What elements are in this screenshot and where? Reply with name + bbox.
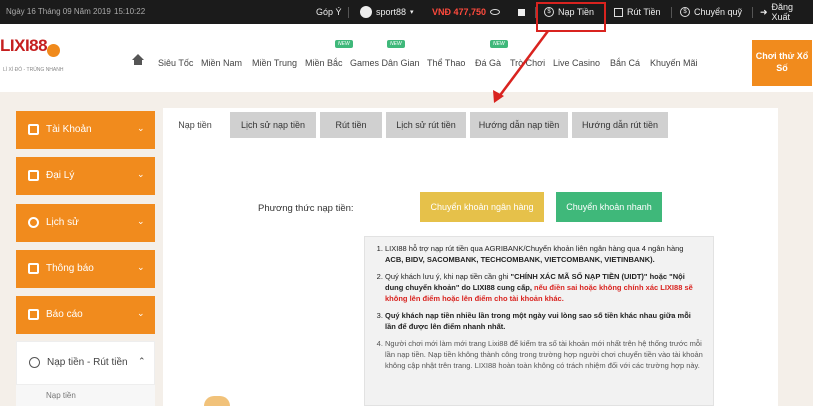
decoration-icon: [204, 396, 230, 406]
divider: [752, 7, 753, 18]
sidebar-item-thong-bao[interactable]: Thông báo ⌄: [16, 250, 155, 288]
avatar-icon: [360, 6, 372, 18]
deposit-notes: LIXI88 hỗ trợ nạp rút tiền qua AGRIBANK/…: [364, 236, 714, 406]
tab-huong-dan-rut-tien[interactable]: Hướng dẫn rút tiền: [572, 112, 668, 138]
withdraw-link[interactable]: Rút Tiền: [614, 0, 661, 24]
fast-transfer-button[interactable]: Chuyển khoản nhanh: [556, 192, 662, 222]
history-icon: [28, 217, 39, 228]
nav-ban-ca[interactable]: Bắn Cá: [610, 58, 640, 68]
site-header: LIXI88 LÌ XÌ ĐỎ - TRÚNG NHANH Siêu Tốc M…: [0, 24, 813, 92]
bank-transfer-button[interactable]: Chuyển khoản ngân hàng: [420, 192, 544, 222]
method-label: Phương thức nạp tiền:: [258, 203, 354, 214]
transfer-link[interactable]: $ Chuyển quỹ: [680, 0, 742, 24]
note-item: LIXI88 hỗ trợ nạp rút tiền qua AGRIBANK/…: [385, 243, 703, 265]
tab-nap-tien[interactable]: Nạp tiền: [164, 112, 226, 138]
tab-lich-su-nap-tien[interactable]: Lịch sử nạp tiền: [230, 112, 316, 138]
nav-the-thao[interactable]: Thể Thao: [427, 58, 465, 68]
chevron-down-icon: ⌄: [137, 216, 145, 226]
chevron-down-icon: ⌄: [137, 169, 145, 179]
home-icon[interactable]: [132, 54, 144, 65]
coin-icon: [47, 44, 60, 57]
sidebar-item-bao-cao[interactable]: Báo cáo ⌄: [16, 296, 155, 334]
sidebar-item-nap-rut[interactable]: Nạp tiền - Rút tiền ⌃: [16, 341, 155, 385]
note-item: Người chơi mới làm mới trang Lixi88 để k…: [385, 338, 703, 371]
wallet-icon: [614, 7, 623, 17]
logout-link[interactable]: ➜ Đăng Xuất: [760, 0, 813, 24]
nav-sieu-toc[interactable]: Siêu Tốc: [158, 58, 193, 68]
top-bar: Ngày 16 Tháng 09 Năm 2019 15:10:22 Góp Ý…: [0, 0, 813, 24]
bell-icon: [28, 263, 39, 274]
date-text: Ngày 16 Tháng 09 Năm 2019: [6, 7, 111, 16]
square-toggle[interactable]: [518, 0, 525, 24]
highlight-box: [536, 2, 606, 32]
chevron-down-icon: ⌄: [137, 123, 145, 133]
logout-icon: ➜: [760, 6, 768, 17]
transfer-icon: $: [680, 7, 690, 17]
logo[interactable]: LIXI88: [0, 36, 48, 56]
sidebar-item-dai-ly[interactable]: Đại Lý ⌄: [16, 157, 155, 195]
chevron-up-icon: ⌃: [138, 356, 146, 366]
nav-mien-nam[interactable]: Miền Nam: [201, 58, 242, 68]
clock-text: 15:10:22: [114, 7, 146, 16]
logo-tagline: LÌ XÌ ĐỎ - TRÚNG NHANH: [3, 67, 64, 73]
chevron-down-icon: ▾: [410, 9, 414, 16]
note-item: Quý khách lưu ý, khi nạp tiền cần ghi "C…: [385, 271, 703, 304]
square-icon: [518, 8, 525, 16]
sidebar-subitem-nap-tien[interactable]: Nạp tiền: [16, 385, 155, 406]
agent-icon: [28, 170, 39, 181]
sidebar-item-tai-khoan[interactable]: Tài Khoản ⌄: [16, 111, 155, 149]
nav-khuyen-mai[interactable]: Khuyến Mãi: [650, 58, 698, 68]
nav-da-ga[interactable]: Đá Gà: [475, 58, 501, 68]
new-badge: NEW: [387, 40, 405, 48]
money-icon: [29, 357, 40, 368]
divider: [348, 7, 349, 18]
divider: [671, 7, 672, 18]
new-badge: NEW: [335, 40, 353, 48]
new-badge: NEW: [490, 40, 508, 48]
nav-mien-trung[interactable]: Miền Trung: [252, 58, 297, 68]
tab-rut-tien[interactable]: Rút tiền: [320, 112, 382, 138]
balance-display: VNĐ 477,750: [432, 0, 501, 24]
nav-games-dan-gian[interactable]: Games Dân Gian: [350, 58, 420, 68]
tab-huong-dan-nap-tien[interactable]: Hướng dẫn nạp tiền: [470, 112, 568, 138]
note-item: Quý khách nạp tiền nhiều lần trong một n…: [385, 310, 703, 332]
user-menu[interactable]: sport88 ▾: [360, 0, 414, 24]
try-lottery-button[interactable]: Chơi thử Xổ Số: [752, 40, 812, 86]
user-icon: [28, 124, 39, 135]
nav-mien-bac[interactable]: Miền Bắc: [305, 58, 343, 68]
nav-live-casino[interactable]: Live Casino: [553, 58, 600, 68]
eye-icon[interactable]: [490, 9, 501, 15]
feedback-link[interactable]: Góp Ý: [316, 0, 342, 24]
chevron-down-icon: ⌄: [137, 308, 145, 318]
chevron-down-icon: ⌄: [137, 262, 145, 272]
tab-lich-su-rut-tien[interactable]: Lịch sử rút tiền: [386, 112, 466, 138]
sidebar-item-lich-su[interactable]: Lịch sử ⌄: [16, 204, 155, 242]
report-icon: [28, 309, 39, 320]
nav-tro-choi[interactable]: Trò Chơi: [510, 58, 545, 68]
